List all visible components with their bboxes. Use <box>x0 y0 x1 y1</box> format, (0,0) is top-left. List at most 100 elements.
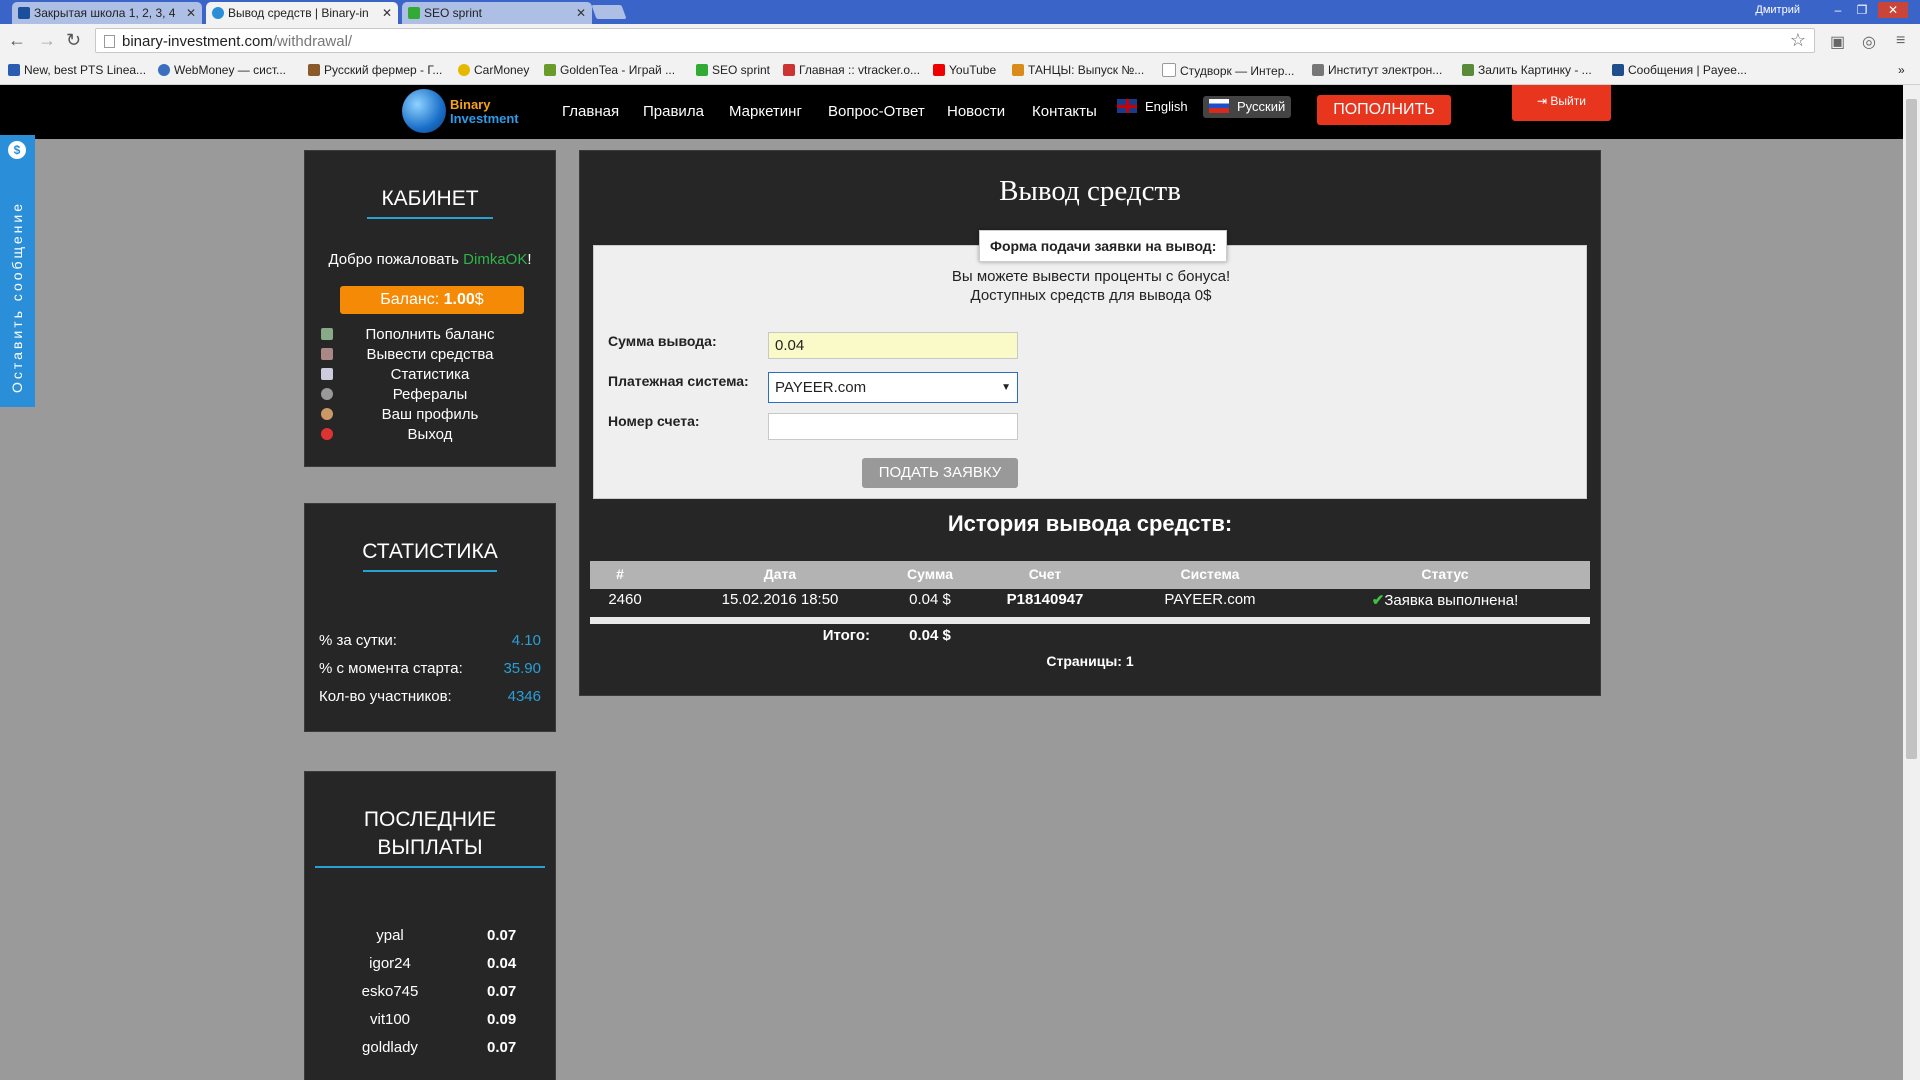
stat-members: Кол-во участников: 4346 <box>319 688 541 705</box>
bookmark-favicon-icon <box>1462 64 1474 76</box>
bookmark-item[interactable]: SEO sprint <box>696 63 770 77</box>
stat-value: 4346 <box>507 688 541 705</box>
bookmark-item[interactable]: Студворк — Интер... <box>1162 63 1294 78</box>
bookmark-item[interactable]: Сообщения | Payee... <box>1612 63 1747 77</box>
payout-amount: 0.07 <box>487 1039 517 1056</box>
page-scrollbar[interactable] <box>1903 85 1920 1080</box>
bookmark-item[interactable]: ТАНЦЫ: Выпуск №... <box>1012 63 1144 77</box>
extension-icon[interactable]: ▣ <box>1830 32 1845 52</box>
amount-label: Сумма вывода: <box>608 333 717 349</box>
bookmark-label: SEO sprint <box>712 63 771 77</box>
bookmark-item[interactable]: Залить Картинку - ... <box>1462 63 1592 77</box>
tab-close-icon[interactable]: ✕ <box>576 2 586 24</box>
bookmark-item[interactable]: YouTube <box>933 63 996 77</box>
total-label: Итого: <box>822 627 870 644</box>
bookmark-item[interactable]: New, best PTS Linea... <box>8 63 146 77</box>
statistics-panel: СТАТИСТИКА % за сутки: 4.10 % с момента с… <box>305 504 555 731</box>
minimize-icon[interactable]: – <box>1828 2 1848 18</box>
restore-icon[interactable]: ❐ <box>1852 2 1872 18</box>
tab-close-icon[interactable]: ✕ <box>382 2 392 24</box>
payout-user: igor24 <box>369 955 411 972</box>
stat-daily: % за сутки: 4.10 <box>319 632 541 649</box>
bookmark-favicon-icon <box>458 64 470 76</box>
pagination[interactable]: Страницы: 1 <box>580 653 1600 669</box>
payment-system-select[interactable]: PAYEER.com ▼ <box>768 372 1018 403</box>
col-account: Счет <box>1028 566 1062 582</box>
menu-withdraw[interactable]: Вывести средства <box>315 346 545 366</box>
payout-user: ypal <box>376 927 404 944</box>
forward-arrow-icon[interactable]: → <box>38 30 56 51</box>
bookmark-item[interactable]: GoldenTea - Играй ... <box>544 63 675 77</box>
bookmark-item[interactable]: CarMoney <box>458 63 529 77</box>
deposit-button[interactable]: ПОПОЛНИТЬ <box>1317 95 1451 125</box>
payout-amount: 0.09 <box>487 1011 517 1028</box>
browser-tab-seosprint[interactable]: SEO sprint ✕ <box>402 2 592 24</box>
withdrawal-form: Форма подачи заявки на вывод: Вы можете … <box>593 230 1587 499</box>
submit-request-button[interactable]: ПОДАТЬ ЗАЯВКУ <box>862 458 1018 488</box>
menu-statistics[interactable]: Статистика <box>315 366 545 386</box>
feedback-tab[interactable]: $ Оставить сообщение <box>0 135 35 407</box>
payouts-title-line2: ВЫПЛАТЫ <box>377 836 483 859</box>
address-bar[interactable]: binary-investment.com/withdrawal/ ☆ <box>95 28 1815 53</box>
site-logo[interactable]: Binary Investment <box>402 89 532 135</box>
menu-deposit[interactable]: Пополнить баланс <box>315 326 545 346</box>
nav-contacts[interactable]: Контакты <box>1032 103 1097 120</box>
nav-rules[interactable]: Правила <box>643 103 704 120</box>
menu-label: Пополнить баланс <box>365 326 495 343</box>
bookmark-item[interactable]: Институт электрон... <box>1312 63 1442 77</box>
form-legend: Форма подачи заявки на вывод: <box>979 230 1228 262</box>
browser-tab-school[interactable]: Закрытая школа 1, 2, 3, 4 ✕ <box>12 2 202 24</box>
browser-tab-withdrawal[interactable]: Вывод средств | Binary-in ✕ <box>206 2 398 24</box>
globe-logo-icon <box>402 89 446 133</box>
seo-favicon-icon <box>408 7 420 19</box>
lang-russian-label: Русский <box>1237 99 1286 114</box>
extension-icon[interactable]: ◎ <box>1862 32 1876 52</box>
menu-label: Ваш профиль <box>381 406 479 423</box>
chevron-down-icon: ▼ <box>1001 382 1011 393</box>
new-tab-button[interactable] <box>591 5 627 19</box>
reload-icon[interactable]: ↻ <box>66 30 81 51</box>
browser-profile-name[interactable]: Дмитрий <box>1755 4 1800 16</box>
lang-english[interactable]: English <box>1117 99 1188 114</box>
nav-marketing[interactable]: Маркетинг <box>729 103 802 120</box>
bookmark-item[interactable]: Главная :: vtracker.o... <box>783 63 920 77</box>
balance-badge: Баланс: 1.00$ <box>340 286 524 314</box>
payout-user: esko745 <box>361 983 419 1000</box>
stat-label: % за сутки: <box>319 632 397 649</box>
col-system: Система <box>1180 566 1240 582</box>
globe-favicon-icon <box>212 7 224 19</box>
username: DimkaOK <box>463 251 528 268</box>
bookmark-item[interactable]: Русский фермер - Г... <box>308 63 442 77</box>
col-date: Дата <box>763 566 797 582</box>
lang-russian[interactable]: Русский <box>1203 96 1291 118</box>
account-input[interactable] <box>768 413 1018 440</box>
menu-referrals[interactable]: Рефералы <box>315 386 545 406</box>
bookmark-item[interactable]: WebMoney — сист... <box>158 63 286 77</box>
bookmark-label: WebMoney — сист... <box>174 63 287 77</box>
uk-flag-icon <box>1117 99 1137 113</box>
menu-icon[interactable]: ≡ <box>1896 32 1905 50</box>
nav-news[interactable]: Новости <box>947 103 1005 120</box>
page-title: Вывод средств <box>999 175 1181 207</box>
bookmarks-bar: New, best PTS Linea... WebMoney — сист..… <box>0 58 1920 85</box>
nav-home[interactable]: Главная <box>562 103 619 120</box>
form-info-available: Доступных средств для вывода 0$ <box>970 287 1212 304</box>
scrollbar-thumb[interactable] <box>1906 99 1917 759</box>
amount-input[interactable]: 0.04 <box>768 332 1018 359</box>
nav-faq[interactable]: Вопрос-Ответ <box>828 103 925 120</box>
menu-profile[interactable]: Ваш профиль <box>315 406 545 426</box>
window-close-icon[interactable]: ✕ <box>1878 2 1908 18</box>
payouts-title-line1: ПОСЛЕДНИЕ <box>363 808 497 831</box>
bookmark-star-icon[interactable]: ☆ <box>1790 30 1806 51</box>
bookmark-label: Студворк — Интер... <box>1180 64 1295 78</box>
tab-title: SEO sprint <box>424 6 483 20</box>
bookmark-favicon-icon <box>158 64 170 76</box>
menu-exit[interactable]: Выход <box>315 426 545 446</box>
bookmarks-overflow-icon[interactable]: » <box>1898 63 1905 77</box>
url-text[interactable]: binary-investment.com/withdrawal/ <box>122 33 352 50</box>
tab-close-icon[interactable]: ✕ <box>186 2 196 24</box>
logout-button[interactable]: ⇥ Выйти <box>1512 85 1611 121</box>
bookmark-label: Сообщения | Payee... <box>1628 63 1747 77</box>
back-arrow-icon[interactable]: ← <box>8 30 26 51</box>
form-info-bonus: Вы можете вывести проценты с бонуса! <box>951 268 1231 285</box>
